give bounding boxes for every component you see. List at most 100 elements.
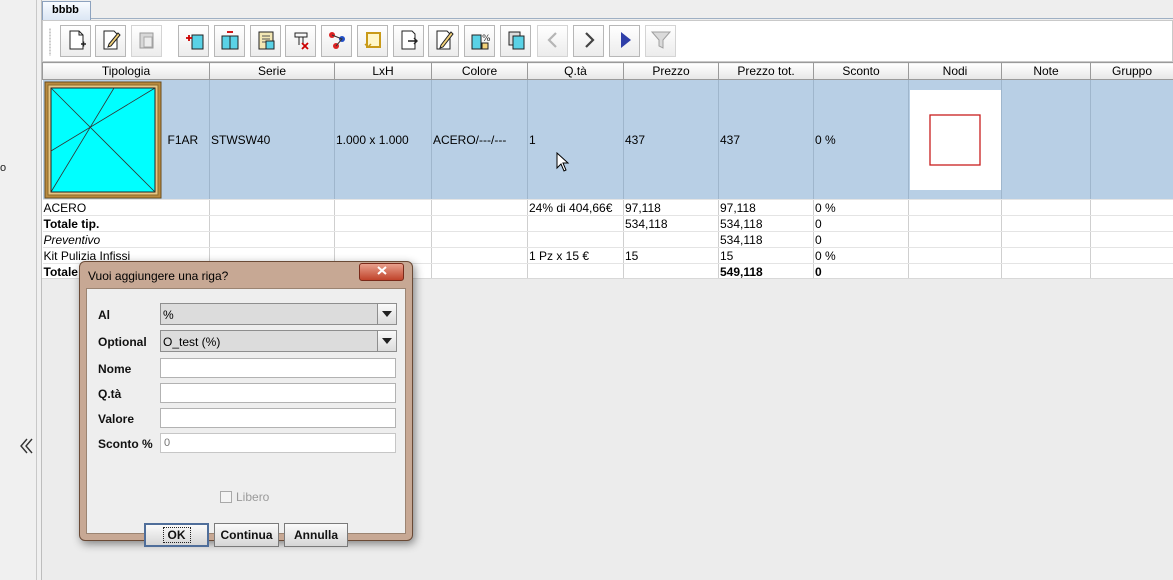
sconto-label: Sconto % [98, 437, 153, 451]
column-header[interactable]: Nodi [908, 62, 1002, 80]
table-row[interactable]: ACERO 24% di 404,66€ 97,118 97,118 0 % [42, 199, 1173, 216]
collapse-panel-icon[interactable] [16, 432, 36, 460]
tipologia-cell[interactable]: F1AR [42, 79, 210, 200]
note-cell[interactable] [1001, 79, 1091, 200]
edit-document-button[interactable] [95, 25, 126, 57]
new-document-button[interactable] [60, 25, 91, 57]
frame-grid-button[interactable] [250, 25, 281, 57]
empty-cell [1001, 231, 1091, 248]
nodes-button[interactable] [321, 25, 352, 57]
checkbox-box[interactable] [220, 491, 232, 503]
chevron-down-icon[interactable] [377, 331, 396, 351]
prezzo-tot-cell: 534,118 [718, 231, 814, 248]
sconto-cell[interactable]: 0 % [813, 79, 909, 200]
al-select[interactable]: % [160, 303, 397, 325]
toolbar-grip[interactable] [49, 28, 51, 56]
tab-bbbb[interactable]: bbbb [42, 1, 91, 20]
nodi-cell[interactable] [908, 79, 1002, 200]
add-row-dialog: Vuoi aggiungere una riga? Al % Optional … [79, 261, 413, 547]
ok-button[interactable]: OK [144, 523, 209, 547]
forward-arrow-icon [578, 29, 600, 54]
column-header[interactable]: Colore [431, 62, 528, 80]
forward-button[interactable] [573, 25, 604, 57]
panel-divider [36, 0, 37, 580]
ok-button-label: OK [162, 527, 191, 543]
qta-label: Q.tà [98, 387, 122, 401]
tipologia-cell: ACERO [42, 199, 210, 216]
column-header[interactable]: Prezzo tot. [718, 62, 814, 80]
main-toolbar: % [42, 20, 1173, 62]
prezzo-cell: 97,118 [623, 199, 719, 216]
optional-label: Optional [98, 335, 147, 349]
empty-cell [431, 231, 528, 248]
dialog-body: Al % Optional O_test (%) Nome Q.tà Valor… [86, 288, 406, 547]
window-typology-thumbnail [44, 81, 161, 199]
empty-cell [431, 199, 528, 216]
optional-selected-value: O_test (%) [163, 335, 221, 349]
empty-cell [1090, 247, 1173, 264]
split-frame-button[interactable] [214, 25, 245, 57]
column-header[interactable]: Serie [209, 62, 335, 80]
column-header[interactable]: Tipologia [42, 62, 210, 80]
dialog-close-button[interactable] [359, 263, 404, 281]
mouse-cursor-icon [556, 152, 570, 172]
sconto-input[interactable] [160, 433, 396, 453]
rotate-frame-button[interactable] [357, 25, 388, 57]
delete-icon [136, 29, 158, 54]
percent-calc-button[interactable]: % [464, 25, 495, 57]
empty-cell [1090, 215, 1173, 232]
qta-cell[interactable]: 1 [527, 79, 624, 200]
column-header[interactable]: Note [1001, 62, 1091, 80]
continua-button[interactable]: Continua [214, 523, 279, 547]
add-frame-icon [183, 29, 205, 54]
sconto-cell: 0 [813, 231, 909, 248]
empty-cell [908, 231, 1002, 248]
copy-frame-button[interactable] [500, 25, 531, 57]
column-header[interactable]: Prezzo [623, 62, 719, 80]
remove-frame-button[interactable] [285, 25, 316, 57]
document-arrow-button[interactable] [393, 25, 424, 57]
back-button[interactable] [537, 25, 568, 57]
delete-button[interactable] [131, 25, 162, 57]
libero-checkbox[interactable]: Libero [220, 490, 269, 504]
empty-cell [1001, 215, 1091, 232]
lxh-cell[interactable]: 1.000 x 1.000 [334, 79, 432, 200]
prezzo-cell[interactable]: 437 [623, 79, 719, 200]
chevron-down-icon[interactable] [377, 304, 396, 324]
qta-cell [527, 231, 624, 248]
al-label: Al [98, 308, 110, 322]
table-row[interactable]: Totale tip. 534,118 534,118 0 [42, 215, 1173, 232]
filter-icon [650, 29, 672, 54]
valore-input[interactable] [160, 408, 396, 428]
qta-cell [527, 215, 624, 232]
edit-document-icon [100, 29, 122, 54]
table-row-selected[interactable]: F1AR STWSW40 1.000 x 1.000 ACERO/---/---… [42, 79, 1173, 200]
column-header[interactable]: Q.tà [527, 62, 624, 80]
prezzo-tot-cell: 15 [718, 247, 814, 264]
add-frame-button[interactable] [178, 25, 209, 57]
frame-split-icon [219, 29, 241, 54]
column-header[interactable]: LxH [334, 62, 432, 80]
gruppo-cell[interactable] [1090, 79, 1173, 200]
empty-cell [1001, 247, 1091, 264]
back-arrow-icon [542, 29, 564, 54]
qta-input[interactable] [160, 383, 396, 403]
serie-cell[interactable]: STWSW40 [209, 79, 335, 200]
libero-label: Libero [236, 490, 270, 504]
edit-pen-button[interactable] [428, 25, 459, 57]
colore-cell[interactable]: ACERO/---/--- [431, 79, 528, 200]
table-row[interactable]: Preventivo 534,118 0 [42, 231, 1173, 248]
empty-cell [209, 215, 335, 232]
column-header[interactable]: Gruppo [1090, 62, 1173, 80]
dialog-title: Vuoi aggiungere una riga? [88, 269, 229, 283]
filter-button[interactable] [645, 25, 676, 57]
column-header[interactable]: Sconto [813, 62, 909, 80]
empty-cell [1090, 199, 1173, 216]
qta-cell: 24% di 404,66€ [527, 199, 624, 216]
annulla-button[interactable]: Annulla [284, 523, 348, 547]
play-button[interactable] [609, 25, 640, 57]
prezzo-tot-cell[interactable]: 437 [718, 79, 814, 200]
nome-input[interactable] [160, 358, 396, 378]
optional-select[interactable]: O_test (%) [160, 330, 397, 352]
new-document-icon [65, 29, 87, 54]
